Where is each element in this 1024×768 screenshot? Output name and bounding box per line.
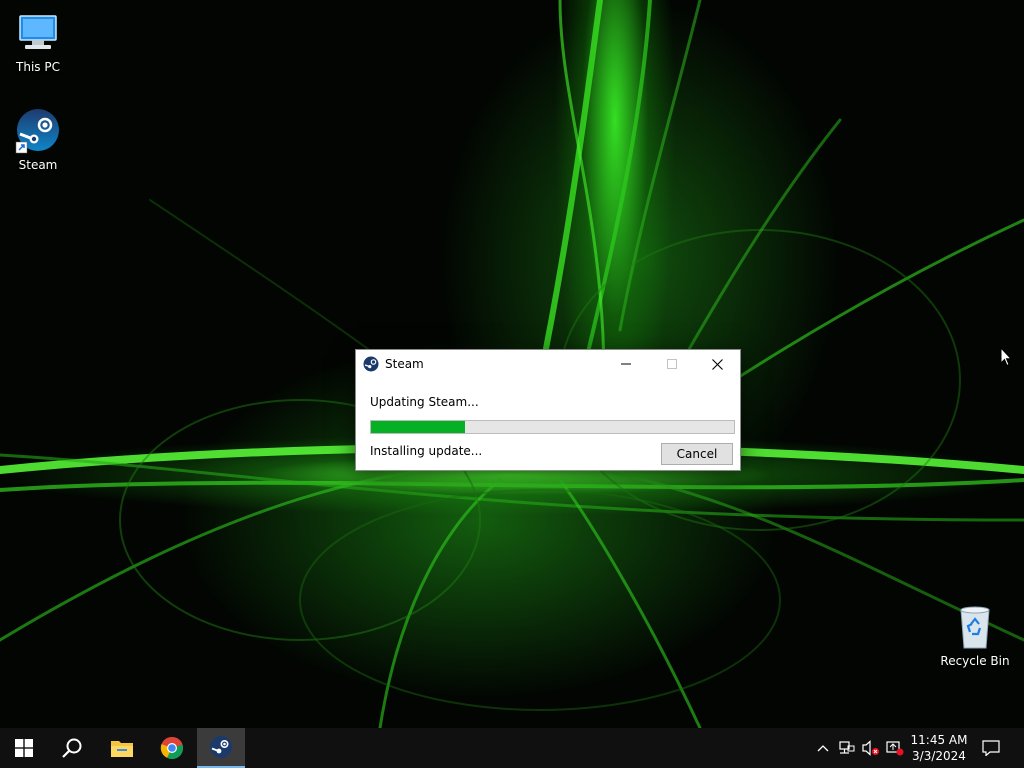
progress-fill — [371, 421, 466, 433]
show-hidden-icons-button[interactable] — [813, 738, 833, 758]
update-progress-bar — [370, 420, 735, 434]
update-detail-text: Installing update... — [370, 444, 483, 458]
steam-icon — [363, 356, 379, 372]
network-button[interactable] — [837, 738, 857, 758]
action-center-icon — [982, 740, 1000, 756]
desktop-icon-recycle-bin[interactable]: Recycle Bin — [937, 604, 1013, 668]
mouse-cursor-icon — [1000, 346, 1013, 371]
search-icon — [62, 738, 82, 758]
recycle-bin-icon — [951, 604, 999, 652]
search-button[interactable] — [48, 728, 96, 768]
update-status-text: Updating Steam... — [370, 395, 479, 409]
start-icon — [15, 739, 33, 757]
steam-icon — [14, 108, 62, 156]
cancel-button[interactable]: Cancel — [661, 443, 733, 465]
desktop-icon-label: Recycle Bin — [940, 654, 1010, 668]
close-button[interactable] — [694, 350, 740, 378]
file-explorer-icon — [111, 741, 133, 757]
volume-muted-icon — [862, 740, 880, 756]
steam-update-dialog: Steam Updating Steam... Installing updat… — [355, 349, 741, 471]
steam-taskbar-button[interactable] — [197, 728, 245, 768]
tray-status-button[interactable] — [885, 738, 905, 758]
chrome-icon — [160, 736, 184, 760]
desktop-icon-steam[interactable]: Steam — [0, 108, 76, 172]
dialog-titlebar[interactable]: Steam — [356, 350, 740, 378]
taskbar: 11:45 AM 3/3/2024 — [0, 728, 1024, 768]
desktop-icon-label: This PC — [16, 60, 60, 74]
minimize-button[interactable] — [603, 350, 649, 378]
chrome-button[interactable] — [148, 728, 196, 768]
close-icon — [711, 358, 723, 370]
network-icon — [839, 741, 855, 754]
chevron-up-icon — [817, 745, 829, 752]
minimize-icon — [621, 363, 631, 365]
maximize-button — [649, 350, 695, 378]
notification-badge-icon — [886, 741, 904, 756]
clock-date: 3/3/2024 — [912, 749, 966, 763]
steam-icon — [210, 736, 232, 758]
maximize-icon — [667, 359, 677, 369]
action-center-button[interactable] — [981, 738, 1001, 758]
taskbar-clock[interactable]: 11:45 AM 3/3/2024 — [906, 732, 972, 764]
desktop-wallpaper: This PC Steam Recycle Bin Steam Updating… — [0, 0, 1024, 728]
this-pc-icon — [14, 10, 62, 58]
dialog-title: Steam — [385, 357, 424, 371]
desktop-icon-this-pc[interactable]: This PC — [0, 10, 76, 74]
desktop-icon-label: Steam — [18, 158, 58, 172]
start-button[interactable] — [0, 728, 48, 768]
volume-button[interactable] — [861, 738, 881, 758]
clock-time: 11:45 AM — [910, 733, 968, 747]
file-explorer-button[interactable] — [98, 728, 146, 768]
